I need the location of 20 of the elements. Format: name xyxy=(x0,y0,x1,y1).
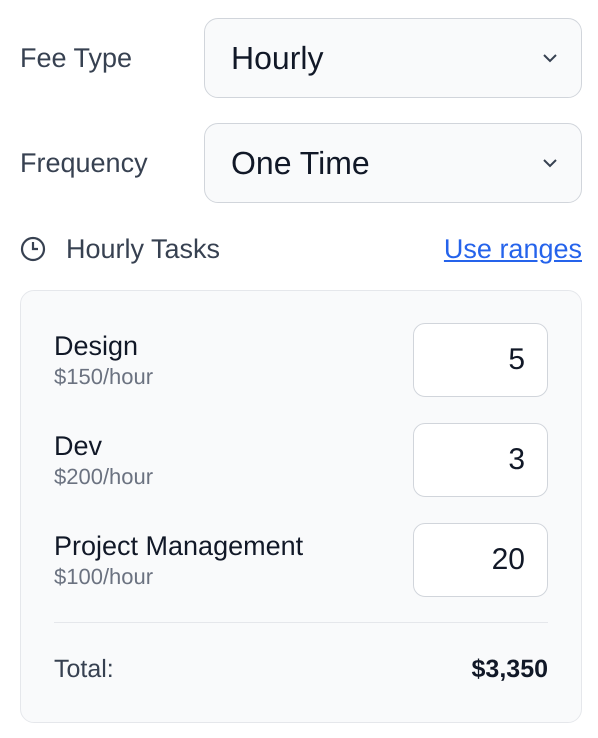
total-label: Total: xyxy=(54,654,114,684)
task-rate: $100/hour xyxy=(54,562,154,590)
dropdown[interactable]: One Time xyxy=(204,123,582,203)
field-label: Fee Type xyxy=(20,42,134,75)
use-ranges-link[interactable]: Use ranges xyxy=(444,229,582,270)
field-label: Frequency xyxy=(20,146,149,180)
section-title: Hourly Tasks xyxy=(66,233,220,266)
total-value: $3,350 xyxy=(472,654,548,684)
clock-icon xyxy=(20,236,46,262)
task-rate: $150/hour xyxy=(54,362,154,390)
hours-input[interactable]: 3 xyxy=(413,422,548,496)
chevron-down-icon xyxy=(543,54,557,62)
task-name: Project Management xyxy=(54,530,304,562)
task-name: Dev xyxy=(54,430,104,462)
dropdown[interactable]: Hourly xyxy=(204,18,582,98)
hours-input[interactable]: 5 xyxy=(413,322,548,396)
task-rate: $200/hour xyxy=(54,462,154,490)
hours-input[interactable]: 20 xyxy=(413,522,548,596)
chevron-down-icon xyxy=(543,158,557,168)
task-name: Design xyxy=(54,330,140,362)
